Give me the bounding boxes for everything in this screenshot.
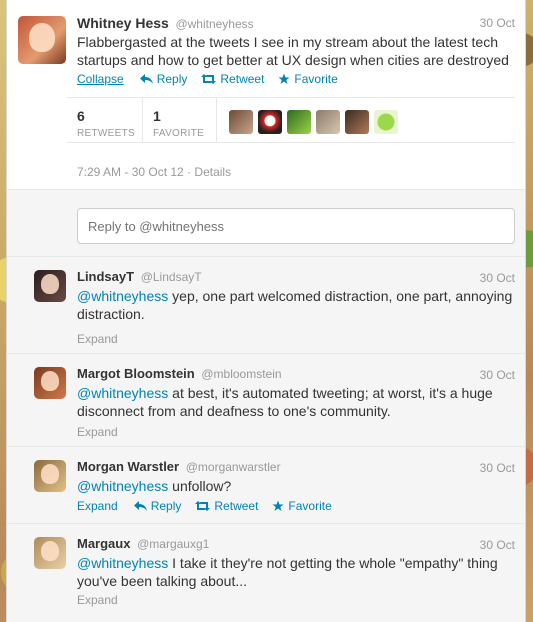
reply-icon: [139, 73, 153, 84]
expand-link[interactable]: Expand: [77, 499, 118, 513]
tweet-header: Whitney Hess @whitneyhess: [77, 15, 254, 31]
tweet-date[interactable]: 30 Oct: [480, 538, 515, 552]
mention-link[interactable]: @whitneyhess: [77, 385, 168, 401]
author-name[interactable]: LindsayT: [77, 269, 134, 284]
expand-link[interactable]: Expand: [77, 425, 118, 439]
avatar[interactable]: [287, 110, 311, 134]
avatar[interactable]: [374, 110, 398, 134]
avatar[interactable]: [316, 110, 340, 134]
reply-button[interactable]: Reply: [133, 499, 182, 513]
tweet-actions: Expand Reply Retweet Favorite: [77, 499, 346, 513]
tweet-text: @whitneyhess I take it they're not getti…: [77, 554, 517, 590]
avatar[interactable]: [34, 270, 66, 302]
tweet-date[interactable]: 30 Oct: [480, 461, 515, 475]
reply-box-area: [7, 189, 525, 257]
reply-tweet[interactable]: LindsayT @LindsayT 30 Oct @whitneyhess y…: [7, 257, 525, 354]
favorite-button[interactable]: Favorite: [278, 72, 338, 86]
retweets-count: 6: [77, 108, 85, 124]
retweets-label: RETWEETS: [77, 128, 135, 139]
author-handle[interactable]: @margauxg1: [137, 537, 209, 551]
retweet-button[interactable]: Retweet: [201, 72, 264, 86]
reply-input[interactable]: [77, 208, 515, 244]
tweet-date[interactable]: 30 Oct: [480, 368, 515, 382]
reply-tweet[interactable]: Margaux @margauxg1 30 Oct @whitneyhess I…: [7, 524, 525, 622]
avatar[interactable]: [345, 110, 369, 134]
avatar[interactable]: [18, 16, 66, 64]
expand-link[interactable]: Expand: [77, 593, 118, 607]
tweet-header: Margot Bloomstein @mbloomstein: [77, 366, 282, 381]
retweet-button[interactable]: Retweet: [195, 499, 258, 513]
author-handle[interactable]: @whitneyhess: [175, 17, 253, 31]
tweet-body: unfollow?: [168, 478, 232, 494]
reply-label: Reply: [156, 72, 188, 86]
tweet-footer: Expand: [77, 332, 118, 346]
favorite-star-icon: [278, 73, 290, 84]
avatar[interactable]: [34, 367, 66, 399]
favorite-star-icon: [272, 500, 284, 511]
retweet-label: Retweet: [214, 499, 259, 513]
tweet-stats: 6 RETWEETS 1 FAVORITE: [67, 97, 515, 143]
author-name[interactable]: Margaux: [77, 536, 130, 551]
favorite-button[interactable]: Favorite: [272, 499, 332, 513]
retweet-icon: [195, 501, 211, 511]
tweet-footer: Expand: [77, 425, 118, 439]
tweet-text: @whitneyhess unfollow?: [77, 477, 517, 495]
tweet-header: Morgan Warstler @morganwarstler: [77, 459, 281, 474]
favorites-count: 1: [153, 108, 161, 124]
retweet-label: Retweet: [220, 72, 265, 86]
mention-link[interactable]: @whitneyhess: [77, 555, 168, 571]
author-handle[interactable]: @morganwarstler: [186, 460, 281, 474]
tweet-text: Flabbergasted at the tweets I see in my …: [77, 34, 509, 68]
favorite-label: Favorite: [294, 72, 338, 86]
mention-link[interactable]: @whitneyhess: [77, 288, 168, 304]
timestamp-text: 7:29 AM - 30 Oct 12: [77, 165, 184, 179]
author-name[interactable]: Whitney Hess: [77, 15, 169, 31]
author-handle[interactable]: @LindsayT: [141, 270, 202, 284]
author-name[interactable]: Morgan Warstler: [77, 459, 179, 474]
tweet-header: LindsayT @LindsayT: [77, 269, 202, 284]
reply-tweet[interactable]: Morgan Warstler @morganwarstler 30 Oct @…: [7, 447, 525, 524]
expand-link[interactable]: Expand: [77, 332, 118, 346]
favorite-label: Favorite: [288, 499, 332, 513]
avatar[interactable]: [34, 460, 66, 492]
tweet-date[interactable]: 30 Oct: [480, 16, 515, 30]
author-name[interactable]: Margot Bloomstein: [77, 366, 195, 381]
tweet-date[interactable]: 30 Oct: [480, 271, 515, 285]
tweet-text: @whitneyhess yep, one part welcomed dist…: [77, 287, 517, 323]
author-handle[interactable]: @mbloomstein: [201, 367, 281, 381]
reply-tweet[interactable]: Margot Bloomstein @mbloomstein 30 Oct @w…: [7, 354, 525, 447]
avatar[interactable]: [34, 537, 66, 569]
avatar[interactable]: [229, 110, 253, 134]
collapse-link[interactable]: Collapse: [77, 72, 124, 86]
retweets-stat[interactable]: 6 RETWEETS: [67, 98, 143, 142]
avatar[interactable]: [258, 110, 282, 134]
tweet-text: @whitneyhess at best, it's automated twe…: [77, 384, 517, 420]
favorites-stat[interactable]: 1 FAVORITE: [143, 98, 217, 142]
retweet-icon: [201, 74, 217, 84]
tweet-footer: Expand: [77, 593, 118, 607]
reply-icon: [133, 500, 147, 511]
tweet-header: Margaux @margauxg1: [77, 536, 209, 551]
favorites-label: FAVORITE: [153, 128, 205, 139]
reply-button[interactable]: Reply: [139, 72, 188, 86]
mention-link[interactable]: @whitneyhess: [77, 478, 168, 494]
reply-label: Reply: [150, 499, 182, 513]
main-tweet: Whitney Hess @whitneyhess 30 Oct Flabber…: [7, 0, 525, 189]
details-link[interactable]: Details: [194, 165, 231, 179]
tweet-actions: Collapse Reply Retweet Favorite: [77, 72, 352, 86]
retweeter-avatars: [217, 98, 398, 142]
tweet-timestamp: 7:29 AM - 30 Oct 12 · Details: [77, 165, 232, 179]
tweet-detail-panel: Whitney Hess @whitneyhess 30 Oct Flabber…: [6, 0, 526, 622]
